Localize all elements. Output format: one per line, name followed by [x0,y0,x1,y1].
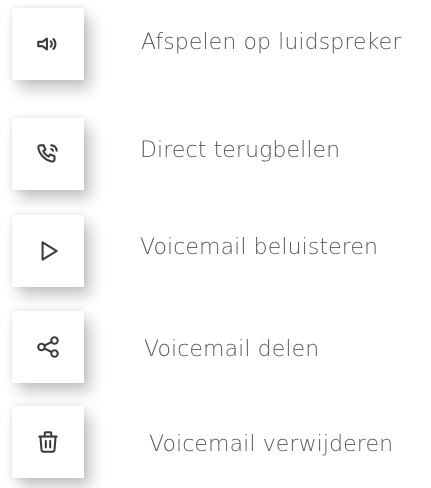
phone-callback-icon [37,144,58,163]
speaker-label: Afspelen op luidspreker [141,30,402,55]
play-icon [41,241,58,261]
trash-icon [38,431,58,453]
callback-button[interactable] [12,118,84,190]
speaker-button[interactable] [12,8,84,80]
share-icon [37,336,59,358]
listen-label: Voicemail beluisteren [140,235,379,260]
delete-label: Voicemail verwijderen [149,432,394,457]
share-label: Voicemail delen [144,337,320,362]
action-row-share: Voicemail delen [0,303,431,393]
action-row-listen: Voicemail beluisteren [0,207,431,297]
delete-button[interactable] [12,406,84,478]
action-row-delete: Voicemail verwijderen [0,398,431,488]
share-button[interactable] [12,311,84,383]
action-row-speaker: Afspelen op luidspreker [0,0,431,90]
listen-button[interactable] [12,215,84,287]
callback-label: Direct terugbellen [140,138,341,163]
action-row-callback: Direct terugbellen [0,110,431,200]
speaker-icon [37,37,57,51]
